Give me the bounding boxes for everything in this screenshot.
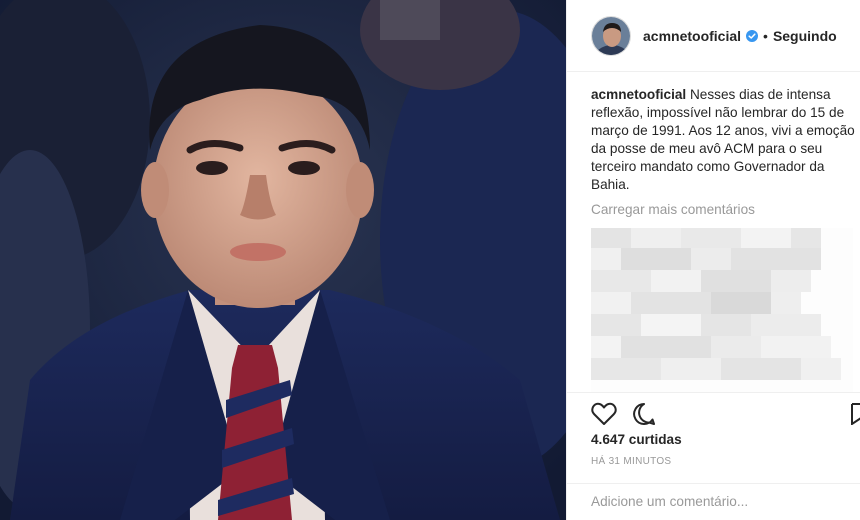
- add-comment-section: [567, 483, 860, 520]
- post-caption: acmnetooficial Nesses dias de intensa re…: [591, 86, 857, 194]
- avatar[interactable]: [591, 15, 631, 56]
- separator-dot: •: [763, 27, 768, 44]
- bookmark-icon[interactable]: [851, 403, 860, 430]
- caption-username-link[interactable]: acmnetooficial: [591, 87, 686, 102]
- caption-text: Nesses dias de intensa reflexão, impossí…: [591, 87, 855, 192]
- likes-count[interactable]: 4.647 curtidas: [591, 432, 682, 447]
- post-header: acmnetooficial • Seguindo: [567, 0, 860, 72]
- username-link[interactable]: acmnetooficial: [643, 28, 741, 44]
- pixelated-comments: [591, 228, 853, 392]
- following-button[interactable]: Seguindo: [773, 28, 837, 44]
- post-timestamp[interactable]: HÁ 31 MINUTOS: [591, 456, 671, 467]
- post-side-panel: acmnetooficial • Seguindo acmnetooficial…: [566, 0, 860, 520]
- boy-in-suit-photo: [0, 0, 566, 520]
- comment-bubble-icon[interactable]: [629, 399, 659, 429]
- verified-badge-icon: [746, 29, 759, 42]
- action-icons: [589, 399, 669, 429]
- post-photo[interactable]: [0, 0, 566, 520]
- heart-icon[interactable]: [589, 399, 619, 429]
- load-more-comments-link[interactable]: Carregar mais comentários: [591, 202, 755, 217]
- add-comment-input[interactable]: [591, 494, 851, 509]
- instagram-post: acmnetooficial • Seguindo acmnetooficial…: [0, 0, 860, 520]
